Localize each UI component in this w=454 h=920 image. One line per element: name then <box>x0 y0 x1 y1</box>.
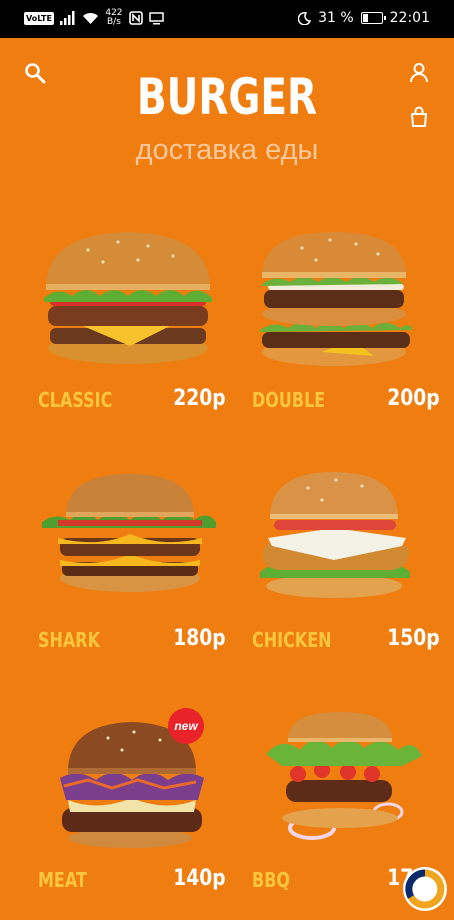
item-price: 150р <box>387 626 440 651</box>
brand-logo-title: BURGER <box>136 68 318 126</box>
status-bar: VoLTE 422 B/s 31 % 22:01 <box>0 0 454 38</box>
floating-assistant-icon[interactable] <box>402 866 448 912</box>
do-not-disturb-moon-icon <box>298 11 312 25</box>
burger-shark-image <box>42 474 216 592</box>
shopping-bag-icon[interactable] <box>409 106 429 128</box>
item-price: 220р <box>173 386 226 411</box>
network-speed: 422 B/s <box>105 8 123 27</box>
menu-item-meat[interactable]: new MEAT 140р <box>38 708 228 920</box>
wifi-icon <box>82 12 98 24</box>
item-price: 180р <box>173 626 226 651</box>
nfc-icon <box>129 11 143 25</box>
item-name: SHARK <box>38 628 101 652</box>
brand-subtitle: доставка еды <box>135 134 319 166</box>
item-name: CHICKEN <box>252 628 332 652</box>
user-profile-icon[interactable] <box>409 62 429 84</box>
menu-item-double[interactable]: DOUBLE 200р <box>252 228 442 458</box>
signal-icon <box>59 11 75 25</box>
volte-indicator: VoLTE <box>24 11 54 25</box>
item-name: DOUBLE <box>252 388 326 412</box>
menu-item-chicken[interactable]: CHICKEN 150р <box>252 468 442 698</box>
item-price: 140р <box>173 866 226 891</box>
battery-icon <box>360 12 386 24</box>
battery-level <box>362 14 368 22</box>
burger-double-image <box>260 232 412 366</box>
burger-bbq-image <box>266 712 422 840</box>
burger-chicken-image <box>260 472 410 598</box>
search-icon[interactable] <box>24 62 46 84</box>
item-name: MEAT <box>38 868 87 892</box>
item-price: 200р <box>387 386 440 411</box>
new-badge: new <box>168 708 204 744</box>
screen-cast-icon <box>149 11 164 24</box>
menu-item-classic[interactable]: CLASSIC 220р <box>38 228 228 458</box>
item-name: CLASSIC <box>38 388 113 412</box>
battery-percent: 31 % <box>318 10 354 26</box>
item-name: BBQ <box>252 868 290 892</box>
menu-item-shark[interactable]: SHARK 180р <box>38 468 228 698</box>
burger-classic-image <box>44 232 212 364</box>
clock: 22:01 <box>389 10 430 26</box>
